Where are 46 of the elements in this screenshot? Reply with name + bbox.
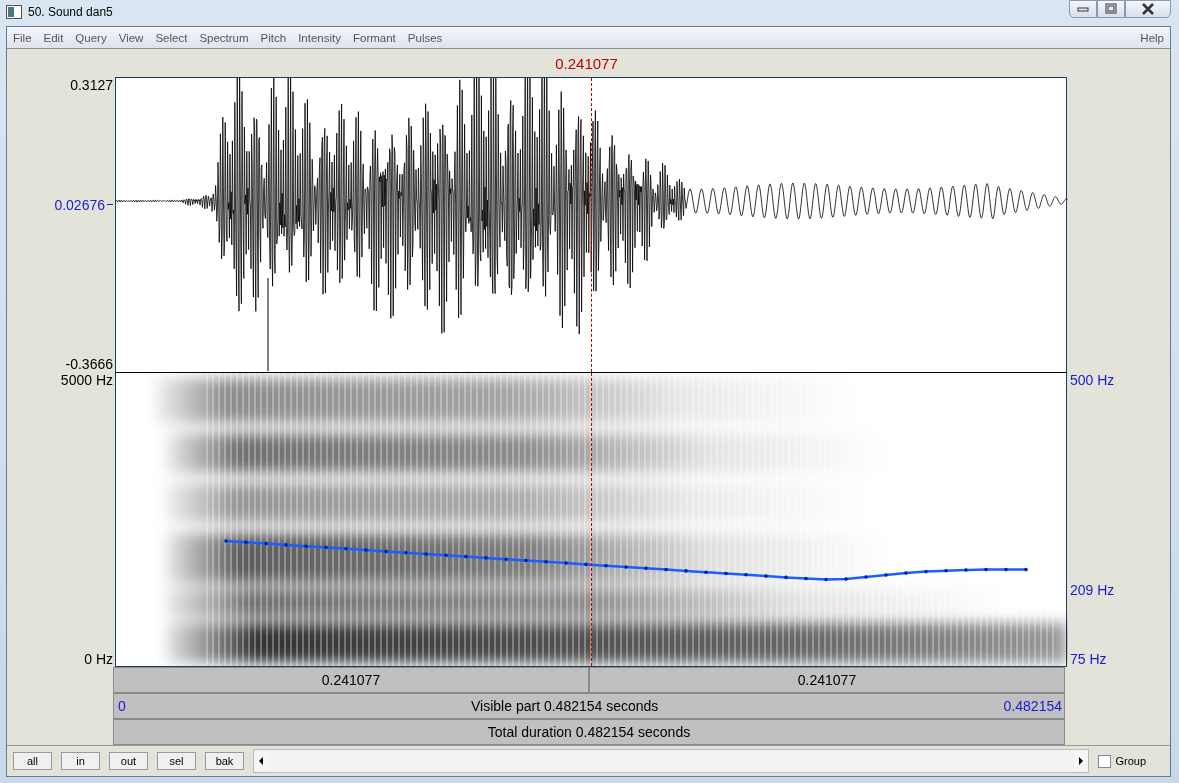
scroll-left-icon[interactable] <box>254 751 268 771</box>
zoom-button[interactable]: sel <box>157 752 196 770</box>
menu-item[interactable]: Pulses <box>407 31 443 44</box>
app-icon <box>6 5 22 19</box>
total-duration-bar[interactable]: Total duration 0.482154 seconds <box>113 719 1065 745</box>
menu-item[interactable]: Edit <box>43 31 64 44</box>
pitch-value-label: 209 Hz <box>1070 581 1116 598</box>
visible-part-bar[interactable]: 0 Visible part 0.482154 seconds 0.482154 <box>113 693 1065 719</box>
frequency-max-label: 5000 Hz <box>60 372 113 388</box>
help-menu[interactable]: Help <box>1140 31 1164 44</box>
menu-item[interactable]: File <box>13 31 32 44</box>
frequency-min-label: 0 Hz <box>84 651 113 667</box>
start-time-label: 0 <box>118 698 126 714</box>
menu-item[interactable]: Intensity <box>298 31 341 44</box>
menu-item[interactable]: Formant <box>353 31 396 44</box>
amplitude-min-label: -0.3666 <box>65 356 113 372</box>
amplitude-zero-label: 0.02676 <box>54 196 113 213</box>
cursor-time-label: 0.241077 <box>555 54 618 72</box>
menu-item[interactable]: Pitch <box>260 31 287 44</box>
pitch-min-label: 75 Hz <box>1070 651 1108 667</box>
menu-item[interactable]: View <box>118 31 144 44</box>
visible-part-label: Visible part 0.482154 seconds <box>471 698 659 714</box>
scroll-bar[interactable] <box>253 749 1090 773</box>
maximize-button[interactable] <box>1097 0 1125 18</box>
group-label: Group <box>1115 755 1146 767</box>
tick-mark <box>107 204 113 205</box>
time-segment-bar[interactable]: 0.241077 <box>589 667 1065 693</box>
zoom-button[interactable]: in <box>61 752 100 770</box>
window-title: 50. Sound dan5 <box>28 5 113 19</box>
pitch-max-label: 500 Hz <box>1070 372 1116 388</box>
end-time-label: 0.482154 <box>1003 698 1062 714</box>
zoom-button[interactable]: bak <box>205 752 244 770</box>
minimize-button[interactable] <box>1069 0 1097 18</box>
close-icon <box>1141 3 1155 15</box>
close-button[interactable] <box>1125 0 1171 18</box>
amplitude-max-label: 0.3127 <box>70 77 113 93</box>
zoom-button[interactable]: out <box>109 752 148 770</box>
minimize-icon <box>1076 5 1090 13</box>
menu-item[interactable]: Select <box>155 31 188 44</box>
time-segment-bar[interactable]: 0.241077 <box>113 667 589 693</box>
maximize-icon <box>1104 3 1118 15</box>
scroll-right-icon[interactable] <box>1074 751 1089 771</box>
zoom-button[interactable]: all <box>13 752 52 770</box>
menu-item[interactable]: Query <box>75 31 107 44</box>
group-checkbox[interactable] <box>1098 754 1112 768</box>
menu-item[interactable]: Spectrum <box>199 31 249 44</box>
